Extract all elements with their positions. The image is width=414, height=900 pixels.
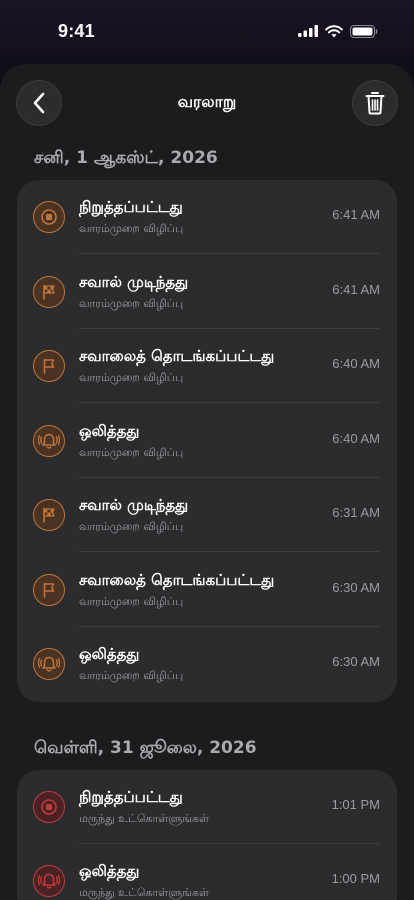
history-event-row[interactable]: நிறுத்தப்பட்டது வாரம்முறை விழிப்பு 6:41 … (17, 180, 397, 254)
trash-icon (365, 92, 385, 115)
history-event-row[interactable]: ஒலித்தது மருந்து உட்கொள்ளுங்கள் 1:00 PM (17, 844, 397, 900)
event-title: நிறுத்தப்பட்டது (79, 787, 183, 806)
flag-icon (40, 357, 58, 375)
event-icon-badge (33, 350, 65, 382)
history-sheet: வரலாறு சனி, 1 ஆகஸ்ட், 2026 நிறுத்தப்பட்ட… (0, 64, 414, 900)
event-title: சவாலைத் தொடங்கப்பட்டது (79, 570, 275, 589)
event-subtitle: வாரம்முறை விழிப்பு (79, 222, 184, 235)
history-event-row[interactable]: நிறுத்தப்பட்டது மருந்து உட்கொள்ளுங்கள் 1… (17, 770, 397, 844)
history-card: நிறுத்தப்பட்டது மருந்து உட்கொள்ளுங்கள் 1… (17, 769, 397, 900)
event-title: சவால் முடிந்தது (79, 272, 189, 291)
event-time: 6:41 AM (332, 281, 380, 297)
event-title: ஒலித்தது (79, 421, 140, 440)
event-title: நிறுத்தப்பட்டது (79, 198, 183, 216)
history-event-row[interactable]: சவால் முடிந்தது வாரம்முறை விழிப்பு 6:41 … (17, 255, 397, 329)
event-icon-badge (33, 648, 65, 680)
status-icons (298, 24, 378, 38)
event-icon-badge (33, 201, 65, 233)
event-icon-badge (33, 275, 65, 308)
event-title: ஒலித்தது (79, 862, 140, 880)
wifi-icon (325, 24, 343, 37)
event-time: 1:00 PM (331, 871, 380, 886)
checkered-flag-icon (40, 506, 58, 524)
event-title: ஒலித்தது (79, 645, 140, 663)
event-time: 6:40 AM (332, 356, 380, 371)
history-event-row[interactable]: சவாலைத் தொடங்கப்பட்டது வாரம்முறை விழிப்ப… (17, 553, 397, 627)
event-subtitle: வாரம்முறை விழிப்பு (79, 669, 184, 682)
event-time: 6:30 AM (332, 654, 380, 669)
event-time: 1:01 PM (331, 796, 380, 812)
ringing-bell-icon (38, 432, 60, 450)
event-subtitle: வாரம்முறை விழிப்பு (79, 371, 184, 384)
checkered-flag-icon (40, 283, 58, 301)
cellular-signal-icon (298, 25, 318, 37)
event-icon-badge (33, 499, 65, 531)
event-time: 6:40 AM (332, 430, 380, 446)
event-subtitle: மருந்து உட்கொள்ளுங்கள் (79, 886, 209, 899)
section-date-header: வெள்ளி, 31 ஜூலை, 2026 (34, 737, 257, 758)
event-icon-badge (33, 865, 65, 897)
history-card: நிறுத்தப்பட்டது வாரம்முறை விழிப்பு 6:41 … (17, 180, 397, 702)
event-subtitle: வாரம்முறை விழிப்பு (79, 296, 184, 310)
top-bar: வரலாறு (0, 64, 414, 142)
history-event-row[interactable]: சவாலைத் தொடங்கப்பட்டது வாரம்முறை விழிப்ப… (17, 329, 397, 403)
event-subtitle: வாரம்முறை விழிப்பு (79, 445, 184, 459)
status-bar: 9:41 (0, 0, 414, 62)
event-subtitle: வாரம்முறை விழிப்பு (79, 520, 184, 533)
event-icon-badge (33, 424, 65, 457)
ringing-bell-icon (38, 872, 60, 890)
event-subtitle: வாரம்முறை விழிப்பு (79, 594, 184, 608)
event-time: 6:31 AM (332, 505, 380, 520)
event-title: சவாலைத் தொடங்கப்பட்டது (79, 347, 275, 365)
flag-icon (40, 581, 58, 599)
section-date-header: சனி, 1 ஆகஸ்ட், 2026 (34, 148, 218, 168)
status-time: 9:41 (58, 20, 95, 41)
event-title: சவால் முடிந்தது (79, 496, 189, 514)
delete-history-button[interactable] (352, 80, 398, 126)
history-event-row[interactable]: ஒலித்தது வாரம்முறை விழிப்பு 6:30 AM (17, 627, 397, 701)
history-event-row[interactable]: சவால் முடிந்தது வாரம்முறை விழிப்பு 6:31 … (17, 478, 397, 552)
battery-icon (350, 24, 378, 38)
event-time: 6:30 AM (332, 579, 380, 595)
history-event-row[interactable]: ஒலித்தது வாரம்முறை விழிப்பு 6:40 AM (17, 404, 397, 478)
ringing-bell-icon (38, 655, 60, 673)
event-icon-badge (33, 790, 65, 823)
event-icon-badge (33, 573, 65, 606)
event-subtitle: மருந்து உட்கொள்ளுங்கள் (79, 811, 209, 825)
stop-icon (40, 208, 58, 226)
event-time: 6:41 AM (332, 207, 380, 222)
stop-icon (40, 798, 58, 816)
